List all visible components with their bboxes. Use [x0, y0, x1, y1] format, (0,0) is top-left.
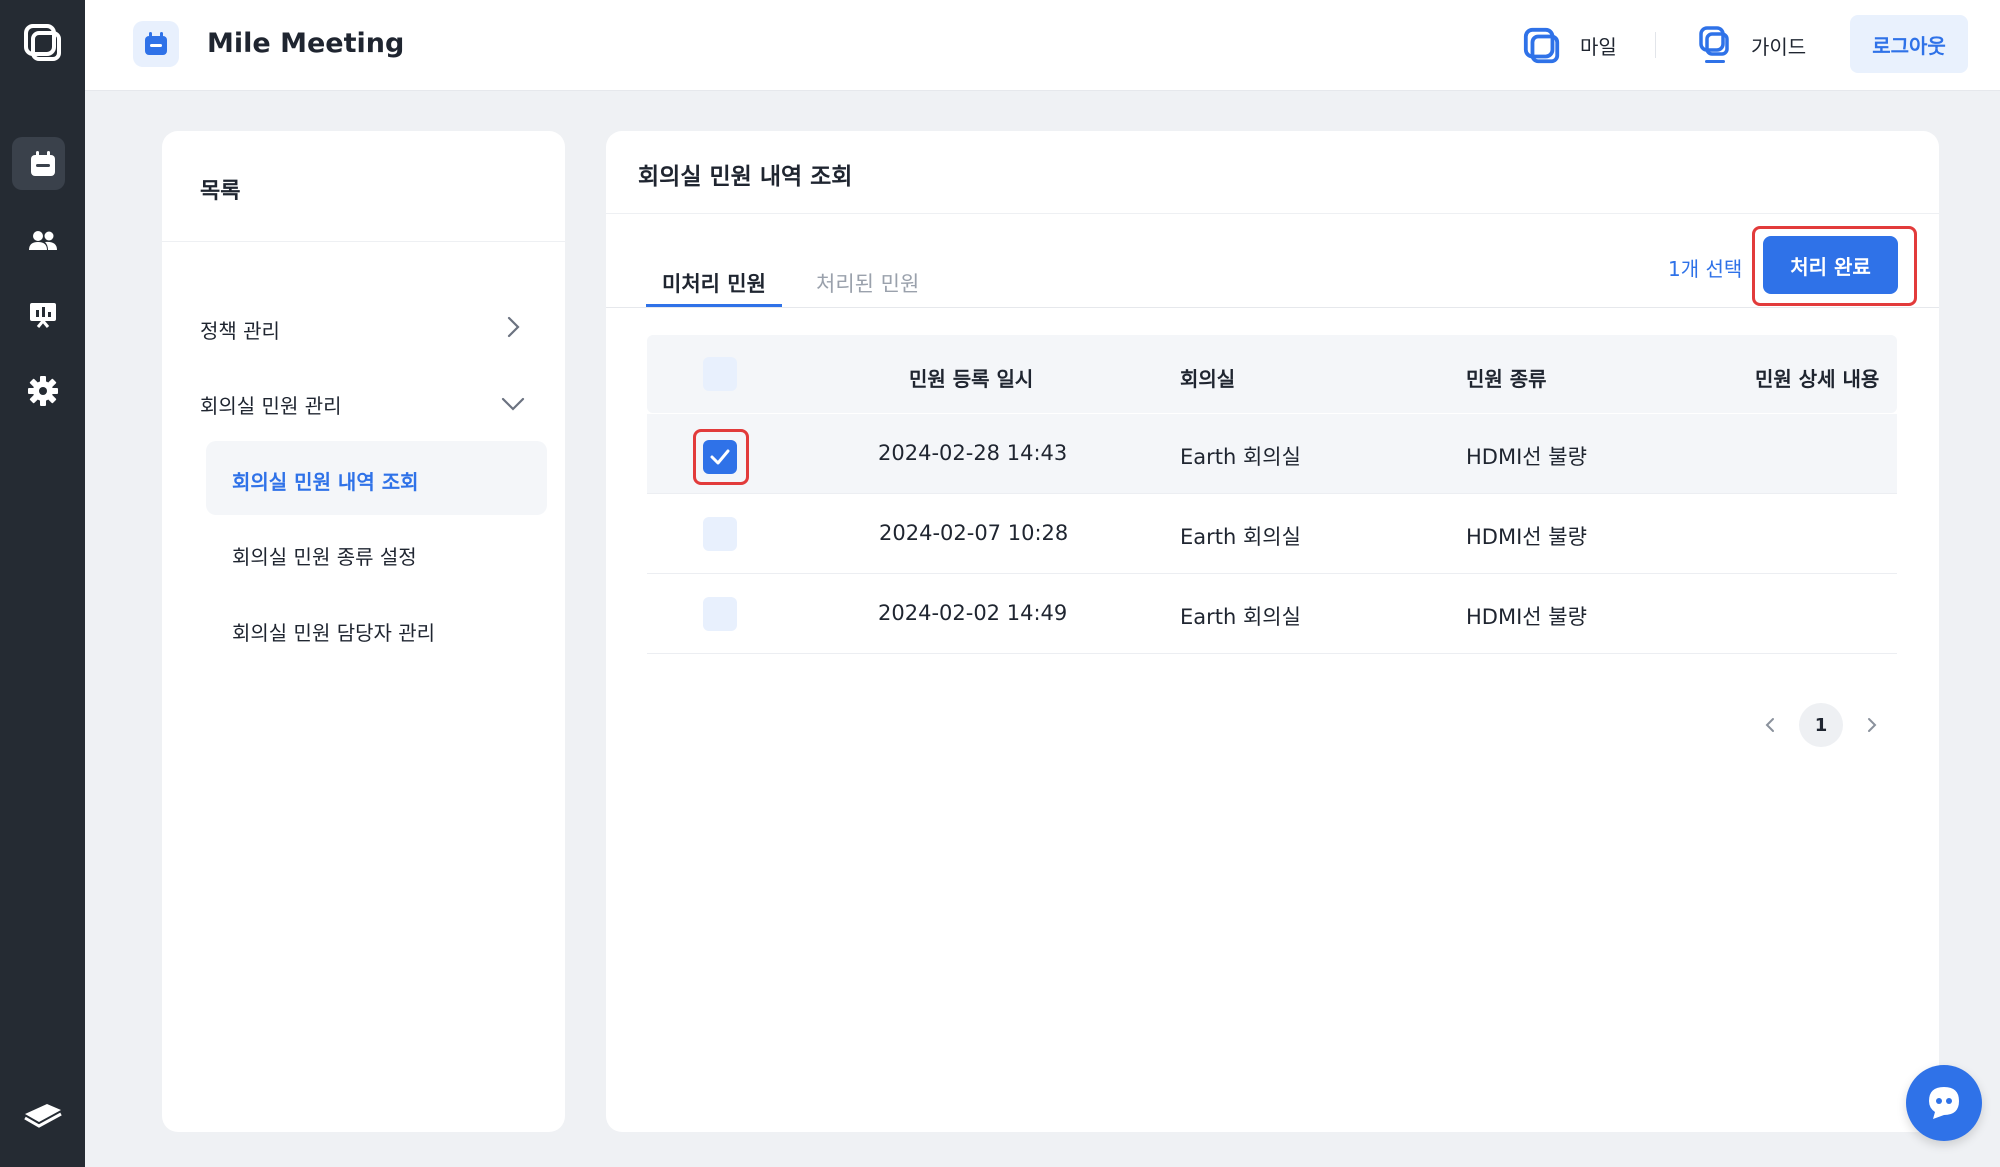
table-row[interactable]: 2024-02-07 10:28 Earth 회의실 HDMI선 불량 — [647, 494, 1897, 574]
chat-support-button[interactable] — [1906, 1065, 1982, 1141]
tab-unprocessed[interactable]: 미처리 민원 — [662, 268, 766, 298]
main-content-card: 회의실 민원 내역 조회 미처리 민원 처리된 민원 1개 선택 처리 완료 민… — [606, 131, 1939, 1132]
table-row[interactable]: 2024-02-28 14:43 Earth 회의실 HDMI선 불량 — [647, 414, 1897, 494]
menu-policy-management[interactable]: 정책 관리 — [200, 315, 280, 344]
table-header: 민원 등록 일시 회의실 민원 종류 민원 상세 내용 — [647, 335, 1897, 413]
app-title: Mile Meeting — [207, 28, 405, 59]
chevron-right-icon[interactable] — [500, 314, 526, 340]
mile-logo-icon — [1523, 27, 1560, 63]
column-header-detail[interactable]: 민원 상세 내용 — [1755, 363, 1879, 392]
table-row[interactable]: 2024-02-02 14:49 Earth 회의실 HDMI선 불량 — [647, 574, 1897, 654]
pagination-page[interactable]: 1 — [1799, 703, 1843, 747]
app-calendar-icon — [133, 21, 179, 67]
row-checkbox[interactable] — [703, 597, 737, 631]
layers-icon[interactable] — [0, 1092, 85, 1138]
cell-room: Earth 회의실 — [1180, 445, 1301, 469]
menu-room-complaint-management[interactable]: 회의실 민원 관리 — [200, 390, 342, 419]
cell-room: Earth 회의실 — [1180, 605, 1301, 629]
mile-link[interactable]: 마일 — [1522, 0, 1617, 91]
row-checkbox[interactable] — [703, 517, 737, 551]
cell-datetime: 2024-02-02 14:49 — [878, 601, 1068, 625]
selected-count: 1개 선택 — [1668, 257, 1743, 281]
column-header-room[interactable]: 회의실 — [1180, 363, 1235, 392]
chevron-left-icon — [1765, 718, 1774, 732]
chevron-down-icon[interactable] — [500, 391, 526, 417]
logout-button[interactable]: 로그아웃 — [1850, 15, 1968, 73]
top-header: Mile Meeting 마일 가이드 로그아웃 — [85, 0, 2000, 91]
cell-room: Earth 회의실 — [1180, 525, 1301, 549]
mile-label: 마일 — [1580, 35, 1617, 59]
title-divider — [606, 213, 1939, 214]
cell-datetime: 2024-02-07 10:28 — [879, 521, 1069, 545]
cell-type: HDMI선 불량 — [1466, 445, 1587, 469]
chevron-right-icon — [1868, 718, 1877, 732]
page-title: 회의실 민원 내역 조회 — [638, 164, 853, 190]
submenu-complaint-manager[interactable]: 회의실 민원 담당자 관리 — [232, 617, 435, 646]
chat-icon — [1929, 1087, 1959, 1119]
cell-datetime: 2024-02-28 14:43 — [878, 441, 1068, 465]
tab-processed[interactable]: 처리된 민원 — [816, 268, 919, 298]
tab-baseline — [606, 307, 1939, 308]
cell-type: HDMI선 불량 — [1466, 525, 1587, 549]
side-divider — [162, 241, 565, 242]
guide-link[interactable]: 가이드 — [1697, 0, 1806, 91]
users-icon[interactable] — [0, 218, 85, 264]
settings-gear-icon[interactable] — [0, 368, 85, 414]
checkmark-icon — [710, 449, 730, 465]
presentation-icon[interactable] — [0, 292, 85, 338]
left-rail — [0, 0, 85, 1167]
guide-logo-icon — [1699, 25, 1729, 63]
calendar-icon[interactable] — [0, 141, 85, 187]
pagination-next[interactable] — [1857, 703, 1887, 747]
column-header-type[interactable]: 민원 종류 — [1466, 363, 1547, 392]
submenu-complaint-type-settings[interactable]: 회의실 민원 종류 설정 — [232, 541, 417, 570]
cell-type: HDMI선 불량 — [1466, 605, 1587, 629]
column-header-datetime[interactable]: 민원 등록 일시 — [909, 363, 1033, 392]
app-logo-icon[interactable] — [0, 18, 85, 68]
complete-processing-button[interactable]: 처리 완료 — [1763, 236, 1898, 294]
header-divider — [1655, 32, 1656, 58]
submenu-complaint-history[interactable]: 회의실 민원 내역 조회 — [232, 466, 419, 495]
row-checkbox[interactable] — [703, 440, 737, 474]
select-all-checkbox[interactable] — [703, 357, 737, 391]
side-title: 목록 — [200, 179, 241, 204]
guide-label: 가이드 — [1751, 35, 1807, 59]
pagination-prev[interactable] — [1755, 703, 1785, 747]
side-menu-card: 목록 정책 관리 회의실 민원 관리 회의실 민원 내역 조회 회의실 민원 종… — [162, 131, 565, 1132]
